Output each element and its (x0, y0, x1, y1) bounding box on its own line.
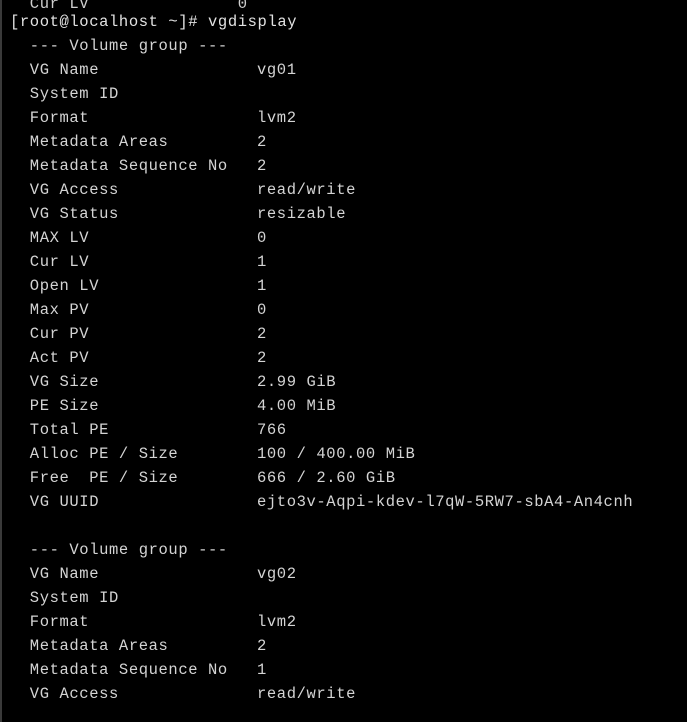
table-row: PE Size 4.00 MiB (10, 394, 681, 418)
field-value: vg01 (257, 61, 297, 79)
shell-prompt-command: [root@localhost ~]# vgdisplay (10, 13, 298, 31)
field-label: VG Name (10, 565, 100, 583)
table-row: Alloc PE / Size 100 / 400.00 MiB (10, 442, 681, 466)
field-label: Metadata Areas (10, 637, 169, 655)
table-row: VG Size 2.99 GiB (10, 370, 681, 394)
table-row: Act PV 2 (10, 346, 681, 370)
field-label: Max PV (10, 301, 90, 319)
table-row: Format lvm2 (10, 610, 681, 634)
table-row: Cur PV 2 (10, 322, 681, 346)
field-label: Open LV (10, 277, 100, 295)
field-value: 100 / 400.00 MiB (257, 445, 416, 463)
field-value: 666 / 2.60 GiB (257, 469, 396, 487)
field-label: MAX LV (10, 229, 90, 247)
field-value: 2.99 GiB (257, 373, 337, 391)
field-value: resizable (257, 205, 347, 223)
table-row: Max PV 0 (10, 298, 681, 322)
field-label: Cur PV (10, 325, 90, 343)
field-label: Total PE (10, 421, 110, 439)
field-value: lvm2 (257, 109, 297, 127)
field-value: read/write (257, 685, 357, 703)
table-row: Format lvm2 (10, 106, 681, 130)
field-value: 1 (257, 661, 267, 679)
field-value: 1 (257, 277, 267, 295)
table-row: VG Name vg02 (10, 562, 681, 586)
field-label: VG Name (10, 61, 100, 79)
field-label: System ID (10, 589, 119, 607)
table-row: Free PE / Size 666 / 2.60 GiB (10, 466, 681, 490)
volume-group-header: --- Volume group --- (10, 541, 228, 559)
field-value: lvm2 (257, 613, 297, 631)
field-value: 2 (257, 349, 267, 367)
table-row: VG Access read/write (10, 682, 681, 706)
field-label: Format (10, 109, 90, 127)
volume-group-header: --- Volume group --- (10, 37, 228, 55)
field-label: Alloc PE / Size (10, 445, 179, 463)
terminal-screen[interactable]: Cur LV 0 [root@localhost ~]# vgdisplay -… (2, 0, 681, 706)
field-label: Metadata Areas (10, 133, 169, 151)
table-row: System ID (10, 586, 681, 610)
field-label: PE Size (10, 397, 100, 415)
field-value: 2 (257, 325, 267, 343)
table-row: VG Status resizable (10, 202, 681, 226)
field-label: Act PV (10, 349, 90, 367)
field-value: 1 (257, 253, 267, 271)
field-value: 4.00 MiB (257, 397, 337, 415)
table-row: VG Name vg01 (10, 58, 681, 82)
field-label: Free PE / Size (10, 469, 179, 487)
field-value: 0 (257, 229, 267, 247)
table-row: Metadata Areas 2 (10, 634, 681, 658)
table-row: Metadata Sequence No 2 (10, 154, 681, 178)
table-row: MAX LV 0 (10, 226, 681, 250)
field-label: Format (10, 613, 90, 631)
table-row: VG UUID ejto3v-Aqpi-kdev-l7qW-5RW7-sbA4-A… (10, 490, 681, 514)
field-value: read/write (257, 181, 357, 199)
terminal-window[interactable]: Cur LV 0 [root@localhost ~]# vgdisplay -… (0, 0, 687, 722)
field-value: 2 (257, 157, 267, 175)
field-label: Metadata Sequence No (10, 157, 228, 175)
field-value: vg02 (257, 565, 297, 583)
table-row: Total PE 766 (10, 418, 681, 442)
field-value: 0 (257, 301, 267, 319)
field-value: 2 (257, 133, 267, 151)
field-value-uuid: ejto3v-Aqpi-kdev-l7qW-5RW7-sbA4-An4cnh (257, 493, 634, 511)
field-label: System ID (10, 85, 119, 103)
field-label: Metadata Sequence No (10, 661, 228, 679)
table-row: Open LV 1 (10, 274, 681, 298)
field-label: VG Access (10, 181, 119, 199)
table-row: System ID (10, 82, 681, 106)
field-label: VG UUID (10, 493, 100, 511)
field-value: 766 (257, 421, 287, 439)
field-label: Cur LV (10, 253, 90, 271)
table-row: Metadata Sequence No 1 (10, 658, 681, 682)
table-row: Metadata Areas 2 (10, 130, 681, 154)
table-row: VG Access read/write (10, 178, 681, 202)
scrollback-clipped-line: Cur LV 0 (10, 0, 248, 10)
field-value: 2 (257, 637, 267, 655)
field-label: VG Size (10, 373, 100, 391)
table-row: Cur LV 1 (10, 250, 681, 274)
field-label: VG Access (10, 685, 119, 703)
field-label: VG Status (10, 205, 119, 223)
